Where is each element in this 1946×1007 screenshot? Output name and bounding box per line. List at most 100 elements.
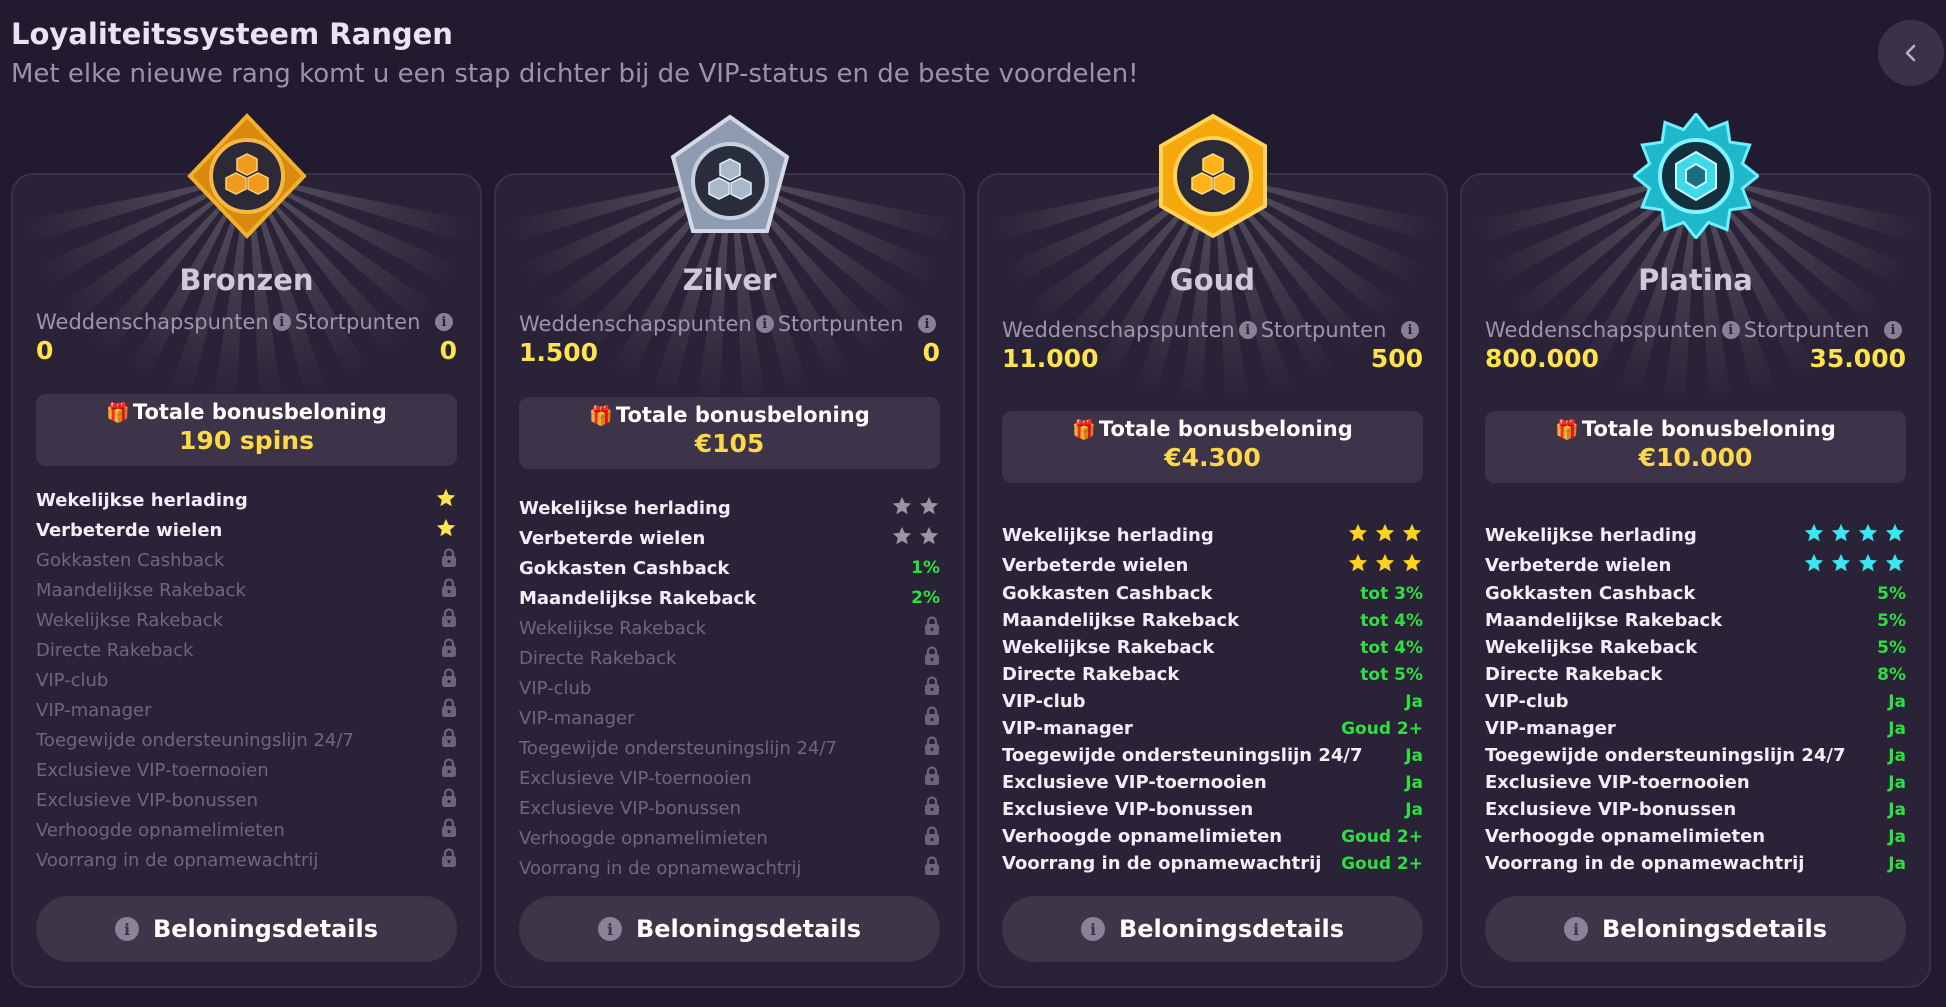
feature-label: Maandelijkse Rakeback — [1485, 610, 1723, 631]
star-icon — [435, 517, 457, 543]
feature-value: tot 5% — [1360, 664, 1423, 685]
feature-row: Gokkasten Cashback 5% — [1485, 580, 1906, 607]
feature-row: Verbeterde wielen — [36, 515, 457, 545]
points-block: Weddenschapspunten i Stortpunten i 11.000 … — [1002, 318, 1423, 373]
feature-value: Ja — [1888, 691, 1906, 712]
feature-value: Ja — [1405, 799, 1423, 820]
deposit-points-label: Stortpunten — [294, 310, 421, 334]
lock-icon — [924, 736, 940, 760]
star-icon — [1830, 522, 1852, 548]
lock-icon — [924, 796, 940, 820]
feature-label: Directe Rakeback — [1485, 664, 1663, 685]
feature-label: Gokkasten Cashback — [36, 549, 225, 571]
lock-icon — [924, 646, 940, 670]
deposit-points-value: 0 — [439, 336, 457, 365]
feature-list: Wekelijkse herlading Verbeterde wielen G… — [519, 493, 940, 883]
lock-icon — [924, 766, 940, 790]
info-icon[interactable]: i — [1884, 321, 1902, 339]
feature-row: Exclusieve VIP-toernooien — [36, 755, 457, 785]
info-icon[interactable]: i — [272, 313, 291, 331]
feature-row: Verhoogde opnamelimieten Ja — [1485, 823, 1906, 850]
lock-icon — [441, 788, 457, 812]
feature-list: Wekelijkse herlading Verbeterde wielen G… — [1485, 520, 1906, 877]
reward-details-button[interactable]: i Beloningsdetails — [1002, 896, 1423, 962]
lock-icon — [441, 758, 457, 782]
feature-row: Toegewijde ondersteuningslijn 24/7 Ja — [1485, 742, 1906, 769]
info-icon[interactable]: i — [1401, 321, 1419, 339]
feature-label: Maandelijkse Rakeback — [519, 587, 757, 609]
lock-icon — [441, 668, 457, 692]
bronze-badge-icon — [184, 113, 310, 239]
feature-label: Exclusieve VIP-toernooien — [519, 767, 752, 789]
bonus-box: 🎁 Totale bonusbeloning €4.300 — [1002, 411, 1423, 483]
betting-points-value: 0 — [36, 336, 54, 365]
feature-value: 2% — [911, 588, 940, 608]
feature-row: Voorrang in de opnamewachtrij Ja — [1485, 850, 1906, 877]
feature-row: Verbeterde wielen — [1002, 550, 1423, 580]
star-icon — [1803, 522, 1825, 548]
reward-details-label: Beloningsdetails — [152, 915, 378, 943]
star-rating — [1803, 552, 1906, 578]
info-icon[interactable]: i — [1238, 321, 1257, 339]
star-icon — [918, 525, 940, 551]
info-icon[interactable]: i — [1721, 321, 1740, 339]
star-icon — [1401, 522, 1423, 548]
page-subtitle: Met elke nieuwe rang komt u een stap dic… — [11, 59, 1139, 89]
feature-row: Directe Rakeback 8% — [1485, 661, 1906, 688]
info-icon: i — [1080, 917, 1105, 941]
feature-row: Wekelijkse herlading — [1485, 520, 1906, 550]
gift-icon: 🎁 — [106, 401, 130, 424]
reward-details-button[interactable]: i Beloningsdetails — [1485, 896, 1906, 962]
feature-label: Verbeterde wielen — [36, 519, 223, 541]
feature-row: Maandelijkse Rakeback tot 4% — [1002, 607, 1423, 634]
betting-points-value: 11.000 — [1002, 344, 1099, 373]
feature-row: Voorrang in de opnamewachtrij — [36, 845, 457, 875]
lock-icon — [441, 608, 457, 632]
feature-row: Toegewijde ondersteuningslijn 24/7 — [36, 725, 457, 755]
feature-row: Exclusieve VIP-toernooien Ja — [1485, 769, 1906, 796]
feature-row: Wekelijkse Rakeback tot 4% — [1002, 634, 1423, 661]
back-button[interactable] — [1878, 20, 1944, 86]
star-icon — [891, 525, 913, 551]
silver-badge-icon — [667, 113, 793, 239]
lock-icon — [441, 548, 457, 572]
feature-row: Wekelijkse herlading — [1002, 520, 1423, 550]
feature-label: Exclusieve VIP-toernooien — [1485, 772, 1750, 793]
feature-value: Ja — [1405, 745, 1423, 766]
feature-label: VIP-manager — [1002, 718, 1133, 739]
star-rating — [1347, 522, 1423, 548]
star-rating — [1803, 522, 1906, 548]
info-icon[interactable]: i — [435, 313, 453, 331]
reward-details-label: Beloningsdetails — [1118, 915, 1344, 943]
lock-icon — [441, 578, 457, 602]
feature-label: Maandelijkse Rakeback — [1002, 610, 1240, 631]
lock-icon — [924, 826, 940, 850]
feature-label: Exclusieve VIP-toernooien — [36, 759, 269, 781]
feature-label: Wekelijkse herlading — [1002, 524, 1214, 546]
tier-card-zilver: Zilver Weddenschapspunten i Stortpunten i … — [494, 114, 965, 988]
reward-details-button[interactable]: i Beloningsdetails — [519, 896, 940, 962]
info-icon: i — [597, 917, 622, 941]
info-icon[interactable]: i — [918, 315, 936, 333]
feature-label: Verbeterde wielen — [1002, 554, 1189, 576]
feature-label: Exclusieve VIP-bonussen — [1002, 799, 1254, 820]
feature-label: VIP-club — [519, 677, 592, 699]
star-icon — [1830, 552, 1852, 578]
feature-label: VIP-manager — [519, 707, 635, 729]
lock-icon — [441, 728, 457, 752]
star-rating — [435, 517, 457, 543]
info-icon[interactable]: i — [755, 315, 774, 333]
reward-details-button[interactable]: i Beloningsdetails — [36, 896, 457, 962]
feature-label: Maandelijkse Rakeback — [36, 579, 246, 601]
feature-label: Gokkasten Cashback — [519, 557, 730, 579]
feature-row: VIP-club Ja — [1485, 688, 1906, 715]
feature-row: VIP-club Ja — [1002, 688, 1423, 715]
feature-label: Wekelijkse herlading — [1485, 524, 1697, 546]
feature-row: VIP-manager Goud 2+ — [1002, 715, 1423, 742]
feature-label: Voorrang in de opnamewachtrij — [519, 857, 802, 879]
feature-row: Gokkasten Cashback — [36, 545, 457, 575]
feature-row: Maandelijkse Rakeback — [36, 575, 457, 605]
star-icon — [918, 495, 940, 521]
tier-card-goud: Goud Weddenschapspunten i Stortpunten i 11… — [977, 113, 1448, 988]
star-icon — [1374, 522, 1396, 548]
